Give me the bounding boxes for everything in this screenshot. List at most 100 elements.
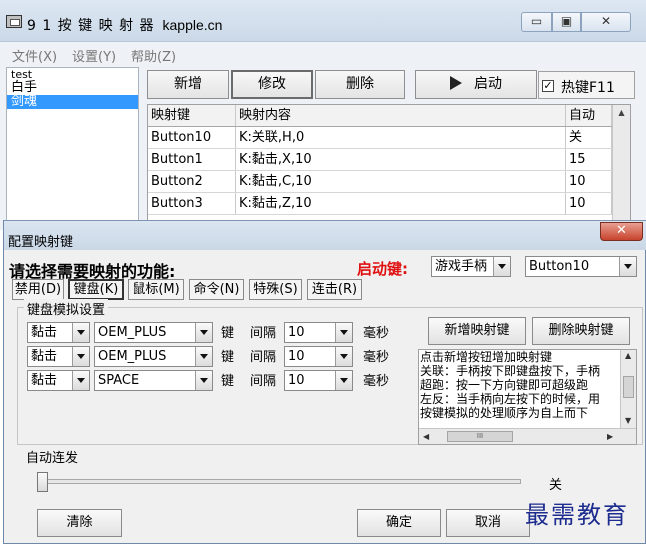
keyboard-settings-group: 键盘模拟设置 黏击 OEM_PLUS 键 间隔 10 毫秒 黏击 OEM_PLU… bbox=[17, 299, 643, 445]
table-cell: 关 bbox=[566, 127, 612, 148]
tab-command[interactable]: 命令(N) bbox=[189, 279, 244, 300]
chevron-down-icon[interactable] bbox=[195, 323, 212, 342]
ok-button[interactable]: 确定 bbox=[357, 509, 441, 537]
group-title: 键盘模拟设置 bbox=[24, 299, 109, 318]
menu-settings[interactable]: 设置(Y) bbox=[72, 46, 116, 65]
tab-combo[interactable]: 连击(R) bbox=[307, 279, 362, 300]
tab-special[interactable]: 特殊(S) bbox=[249, 279, 302, 300]
action-type-value: 黏击 bbox=[31, 325, 58, 340]
table-row[interactable]: Button1 K:黏击,X,10 15 bbox=[148, 149, 612, 171]
chevron-down-icon[interactable] bbox=[493, 257, 510, 276]
scroll-up-icon[interactable]: ▲ bbox=[625, 351, 631, 360]
key-label: 键 bbox=[221, 374, 235, 389]
column-header-auto[interactable]: 自动 bbox=[566, 105, 612, 126]
new-mapping-button[interactable]: 新增映射键 bbox=[428, 317, 526, 345]
auto-fire-slider-thumb[interactable] bbox=[37, 472, 48, 492]
table-cell: K:黏击,Z,10 bbox=[236, 193, 566, 214]
app-keyboard-icon bbox=[6, 15, 22, 28]
table-row[interactable]: Button3 K:黏击,Z,10 10 bbox=[148, 193, 612, 215]
action-type-select[interactable]: 黏击 bbox=[27, 322, 90, 343]
tab-mouse[interactable]: 鼠标(M) bbox=[128, 279, 184, 300]
chevron-down-icon[interactable] bbox=[335, 371, 352, 390]
window-title-site: kapple.cn bbox=[162, 17, 223, 33]
profile-item-baishou[interactable]: 白手 bbox=[7, 81, 138, 95]
column-header-key[interactable]: 映射键 bbox=[148, 105, 236, 126]
interval-label: 间隔 bbox=[250, 326, 277, 341]
start-key-select-value: Button10 bbox=[529, 259, 590, 274]
tab-disable[interactable]: 禁用(D) bbox=[12, 279, 64, 300]
chevron-down-icon[interactable] bbox=[72, 371, 89, 390]
key-label: 键 bbox=[221, 326, 235, 341]
scroll-thumb[interactable] bbox=[623, 376, 634, 398]
gamepad-select[interactable]: 游戏手柄 bbox=[431, 256, 511, 277]
scroll-up-icon[interactable]: ▲ bbox=[613, 105, 630, 121]
chevron-down-icon[interactable] bbox=[72, 347, 89, 366]
interval-value: 10 bbox=[288, 325, 305, 340]
table-cell: 10 bbox=[566, 193, 612, 214]
profile-item-jianhun[interactable]: 剑魂 bbox=[7, 95, 138, 109]
maximize-button[interactable]: ▣ bbox=[552, 12, 581, 32]
key-select[interactable]: OEM_PLUS bbox=[94, 322, 213, 343]
chevron-down-icon[interactable] bbox=[195, 371, 212, 390]
key-mapping-row: 黏击 OEM_PLUS 键 间隔 10 毫秒 bbox=[18, 322, 418, 346]
interval-select[interactable]: 10 bbox=[284, 370, 353, 391]
profile-list[interactable]: test 白手 剑魂 bbox=[6, 67, 139, 227]
start-key-label: 启动键: bbox=[357, 260, 408, 278]
dialog-close-button[interactable]: ✕ bbox=[600, 222, 643, 241]
help-line: 按键模拟的处理顺序为自上而下 bbox=[420, 406, 589, 420]
tab-keyboard[interactable]: 键盘(K) bbox=[68, 279, 124, 300]
interval-select[interactable]: 10 bbox=[284, 346, 353, 367]
table-cell: Button10 bbox=[148, 127, 236, 148]
chevron-down-icon[interactable] bbox=[619, 257, 636, 276]
delete-mapping-button[interactable]: 删除映射键 bbox=[532, 317, 630, 345]
close-button[interactable]: ✕ bbox=[581, 12, 631, 32]
auto-fire-slider-track[interactable] bbox=[41, 479, 521, 484]
scroll-thumb-grip-icon[interactable]: III bbox=[447, 431, 513, 442]
action-type-value: 黏击 bbox=[31, 349, 58, 364]
hotkey-toggle[interactable]: ✓ 热键F11 bbox=[538, 71, 635, 99]
menu-file[interactable]: 文件(X) bbox=[12, 46, 57, 65]
edit-button[interactable]: 修改 bbox=[231, 70, 313, 99]
table-scrollbar[interactable]: ▲ bbox=[612, 105, 630, 227]
hotkey-checkbox[interactable]: ✓ bbox=[542, 80, 554, 92]
key-select[interactable]: SPACE bbox=[94, 370, 213, 391]
add-button[interactable]: 新增 bbox=[147, 70, 229, 99]
scroll-down-icon[interactable]: ▼ bbox=[625, 416, 631, 425]
table-row[interactable]: Button2 K:黏击,C,10 10 bbox=[148, 171, 612, 193]
minimize-button[interactable]: ▭ bbox=[521, 12, 552, 32]
chevron-down-icon[interactable] bbox=[195, 347, 212, 366]
help-line: 关联：手柄按下即键盘按下，手柄 bbox=[420, 364, 601, 378]
mapping-table: 映射键 映射内容 自动 Button10 K:关联,H,0 关 Button1 … bbox=[147, 104, 631, 228]
help-line: 超跑：按一下方向键即可超级跑 bbox=[420, 378, 589, 392]
scroll-right-icon[interactable]: ▶ bbox=[607, 432, 613, 441]
help-line: 点击新增按钮增加映射键 bbox=[420, 350, 553, 364]
help-vertical-scrollbar[interactable]: ▲ ▼ bbox=[620, 350, 636, 429]
help-text-box[interactable]: 点击新增按钮增加映射键 关联：手柄按下即键盘按下，手柄 超跑：按一下方向键即可超… bbox=[418, 349, 637, 445]
chevron-down-icon[interactable] bbox=[72, 323, 89, 342]
help-horizontal-scrollbar[interactable]: ◀ III ▶ bbox=[419, 428, 636, 444]
cancel-button[interactable]: 取消 bbox=[446, 509, 530, 537]
ms-label: 毫秒 bbox=[363, 326, 390, 341]
interval-label: 间隔 bbox=[250, 350, 277, 365]
key-mapping-row: 黏击 SPACE 键 间隔 10 毫秒 bbox=[18, 370, 418, 394]
action-type-select[interactable]: 黏击 bbox=[27, 370, 90, 391]
interval-value: 10 bbox=[288, 373, 305, 388]
scroll-left-icon[interactable]: ◀ bbox=[423, 432, 429, 441]
table-row[interactable]: Button10 K:关联,H,0 关 bbox=[148, 127, 612, 149]
menu-help[interactable]: 帮助(Z) bbox=[131, 46, 176, 65]
interval-select[interactable]: 10 bbox=[284, 322, 353, 343]
action-type-select[interactable]: 黏击 bbox=[27, 346, 90, 367]
key-select[interactable]: OEM_PLUS bbox=[94, 346, 213, 367]
auto-fire-label: 自动连发 bbox=[26, 451, 79, 466]
key-value: OEM_PLUS bbox=[98, 349, 167, 364]
table-cell: Button1 bbox=[148, 149, 236, 170]
table-cell: 15 bbox=[566, 149, 612, 170]
delete-button[interactable]: 删除 bbox=[315, 70, 405, 99]
start-button[interactable]: 启动 bbox=[415, 70, 537, 99]
interval-label: 间隔 bbox=[250, 374, 277, 389]
chevron-down-icon[interactable] bbox=[335, 323, 352, 342]
start-key-select[interactable]: Button10 bbox=[525, 256, 637, 277]
column-header-content[interactable]: 映射内容 bbox=[236, 105, 566, 126]
clear-button[interactable]: 清除 bbox=[37, 509, 122, 537]
chevron-down-icon[interactable] bbox=[335, 347, 352, 366]
